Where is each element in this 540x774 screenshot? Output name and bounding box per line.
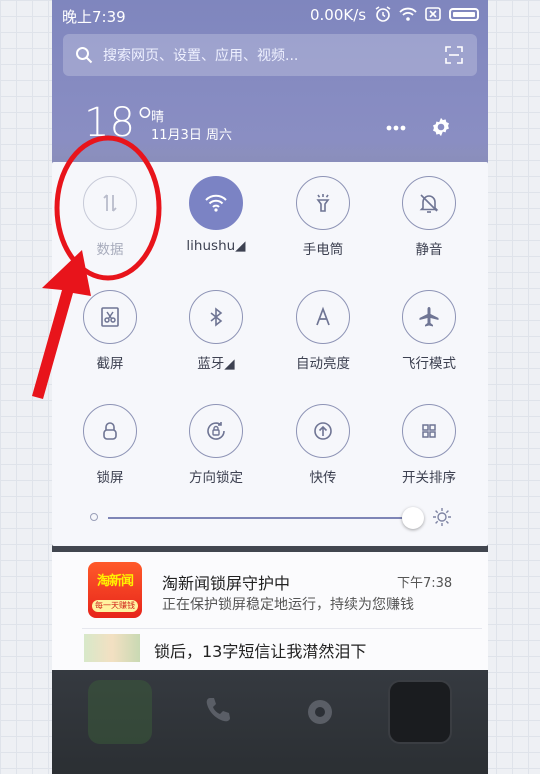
toggle-flashlight[interactable]: 手电筒 (278, 176, 368, 258)
divider (82, 628, 482, 629)
more-icon[interactable] (385, 120, 407, 136)
search-icon (76, 47, 93, 64)
rotation-lock-icon (207, 422, 225, 440)
app-icon-slogan: 每一天赚钱 (92, 600, 138, 612)
toggle-label: 手电筒 (302, 242, 344, 258)
toggle-quick-transfer[interactable]: 快传 (278, 404, 368, 486)
toggle-label: 自动亮度 (296, 356, 350, 372)
toggle-bluetooth[interactable]: 蓝牙◢ (171, 290, 261, 372)
brightness-slider[interactable] (52, 502, 488, 532)
toggle-label: 数据 (96, 242, 124, 258)
toggle-label: 快传 (309, 470, 337, 486)
app-icon-brand: 淘新闻 (96, 574, 134, 589)
search-placeholder: 搜索网页、设置、应用、视频... (103, 48, 299, 64)
quick-transfer-icon (314, 422, 332, 440)
scan-icon[interactable] (445, 46, 463, 64)
camera-icon[interactable] (388, 680, 452, 744)
toggle-label: 截屏 (96, 356, 124, 372)
temperature: 18° (84, 100, 155, 146)
brightness-high-icon (433, 508, 451, 526)
date-label: 11月3日 周六 (151, 128, 232, 143)
grid-sort-icon (422, 424, 436, 438)
toggle-label: 飞行模式 (402, 356, 456, 372)
screenshot-scissors-icon (101, 307, 119, 327)
notification-thumbnail (84, 634, 140, 662)
notification-list: 淘新闻 每一天赚钱 淘新闻锁屏守护中 下午7:38 正在保护锁屏稳定地运行，持续… (52, 552, 488, 670)
alarm-icon (375, 6, 391, 22)
search-bar[interactable]: 搜索网页、设置、应用、视频... (63, 34, 477, 76)
toggle-label: 锁屏 (96, 470, 124, 486)
notification-title[interactable]: 锁后，13字短信让我潸然泪下 (154, 638, 366, 662)
dock-app-icon[interactable] (88, 680, 152, 744)
toggle-wifi[interactable]: lihushu◢ (171, 176, 261, 254)
wifi-status-icon (399, 7, 417, 21)
notification-body[interactable]: 正在保护锁屏稳定地运行，持续为您赚钱 (162, 594, 414, 614)
toggle-auto-brightness[interactable]: 自动亮度 (278, 290, 368, 372)
toggle-rotation-lock[interactable]: 方向锁定 (171, 404, 261, 486)
airplane-icon (419, 307, 439, 327)
toggle-label: lihushu◢ (186, 238, 246, 254)
status-icons (374, 6, 479, 22)
toggle-label: 开关排序 (402, 470, 456, 486)
notification-title[interactable]: 淘新闻锁屏守护中 (162, 570, 290, 594)
weather-condition: 晴 (151, 110, 165, 125)
brightness-low-icon (90, 513, 98, 521)
flashlight-icon (316, 194, 330, 212)
quick-settings-panel: 数据 lihushu◢ 手电筒 静音 截屏 蓝牙◢ 自动亮度 飞行模式 锁屏 方… (52, 162, 488, 546)
settings-gear-icon[interactable] (430, 116, 452, 138)
toggle-lock-screen[interactable]: 锁屏 (65, 404, 155, 486)
toggle-airplane[interactable]: 飞行模式 (384, 290, 474, 372)
toggle-data[interactable]: 数据 (65, 176, 155, 258)
toggle-screenshot[interactable]: 截屏 (65, 290, 155, 372)
brightness-thumb[interactable] (402, 507, 424, 529)
silent-bell-icon (419, 194, 439, 213)
status-bar: 晚上7:39 0.00K/s (52, 0, 488, 30)
battery-icon (449, 7, 479, 21)
bluetooth-icon (210, 307, 223, 327)
phone-screen: 晚上7:39 0.00K/s 搜索网页、设置、应用、视频... 18° 晴 11… (52, 0, 488, 774)
wifi-icon (205, 194, 227, 212)
brightness-track[interactable] (108, 517, 410, 519)
notification-time: 下午7:38 (397, 576, 453, 591)
status-time: 晚上7:39 (62, 8, 126, 26)
lock-icon (103, 422, 117, 440)
settings-app-icon[interactable] (288, 680, 352, 744)
toggle-label: 方向锁定 (189, 470, 243, 486)
phone-icon[interactable] (188, 680, 252, 744)
network-speed: 0.00K/s (310, 6, 367, 24)
toggle-label: 静音 (415, 242, 443, 258)
data-transfer-icon (103, 194, 117, 212)
toggle-silent[interactable]: 静音 (384, 176, 474, 258)
no-sim-icon (425, 7, 441, 21)
auto-brightness-icon (316, 306, 330, 326)
toggle-sort-switches[interactable]: 开关排序 (384, 404, 474, 486)
home-dock (52, 680, 488, 774)
taoxinwen-app-icon: 淘新闻 每一天赚钱 (88, 562, 142, 618)
toggle-label: 蓝牙◢ (197, 356, 235, 372)
